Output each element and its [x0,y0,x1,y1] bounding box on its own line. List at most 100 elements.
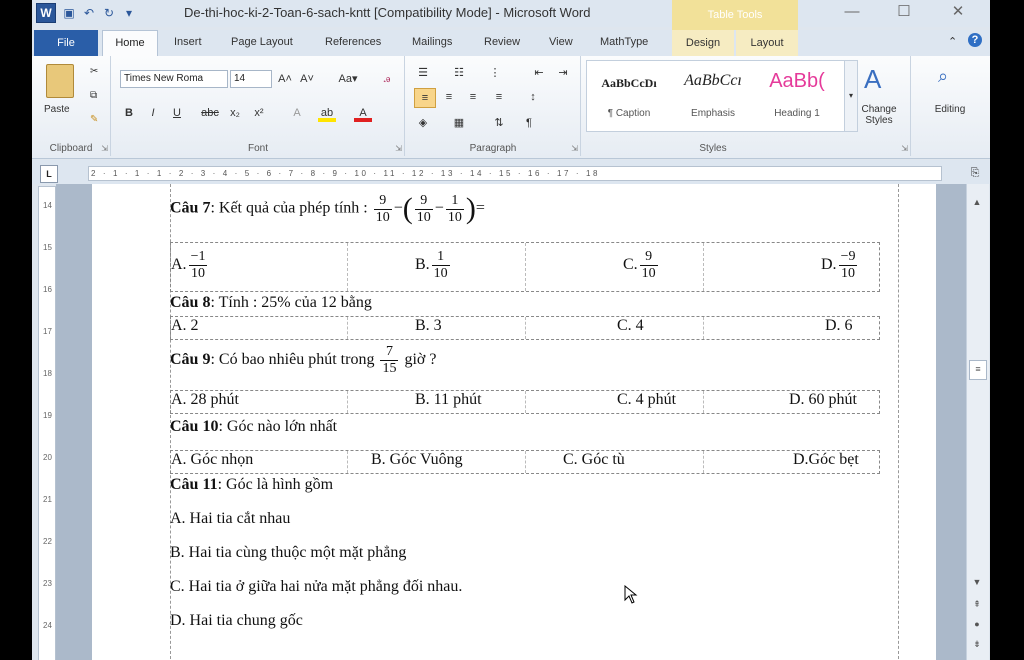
horizontal-ruler[interactable]: 2 · 1 · 1 · 1 · 2 · 3 · 4 · 5 · 6 · 7 · … [88,166,942,181]
paste-button-label[interactable]: Paste [44,104,70,115]
option-a[interactable]: A. 2 [171,317,199,335]
question-7-options-table: A. −1 10 B. 1 10 C. 9 10 D. −9 10 [170,242,880,292]
scroll-up-icon[interactable]: ▲ [969,194,985,210]
scroll-thumb[interactable]: ≡ [969,360,987,380]
copy-icon[interactable]: ⧉ [90,90,97,101]
undo-icon[interactable]: ↶ [82,6,96,20]
align-left-icon[interactable]: ≡ [414,88,436,108]
tab-review[interactable]: Review [484,36,520,48]
font-name-combo[interactable]: Times New Roma [120,70,228,88]
align-right-icon[interactable]: ≡ [464,88,482,106]
help-icon[interactable]: ? [968,33,982,47]
line-spacing-icon[interactable]: ↕ [524,88,542,106]
scroll-down-icon[interactable]: ▼ [969,574,985,590]
increase-indent-icon[interactable]: ⇥ [554,64,572,82]
tab-insert[interactable]: Insert [174,36,202,48]
customize-qat-icon[interactable]: ▾ [122,6,136,20]
option-c[interactable]: C. 4 [617,317,644,335]
styles-launcher-icon[interactable]: ⇲ [901,144,908,153]
tab-layout[interactable]: Layout [736,30,798,56]
align-center-icon[interactable]: ≡ [440,88,458,106]
paste-icon[interactable] [46,64,74,98]
minimize-ribbon-icon[interactable]: ⌃ [948,35,957,48]
cut-icon[interactable]: ✂ [90,66,98,77]
style-emphasis-sample: AaBbCcı [684,72,742,89]
font-size-combo[interactable]: 14 [230,70,272,88]
option-c[interactable]: C. Hai tia ở giữa hai nửa mặt phẳng đối … [170,578,462,596]
strikethrough-icon[interactable]: abc [198,104,222,122]
option-c[interactable]: C. Góc tù [563,451,625,469]
clear-formatting-icon[interactable]: ꭿ [378,70,396,88]
next-page-icon[interactable]: ⇟ [969,636,985,652]
tab-file[interactable]: File [34,30,98,56]
find-icon[interactable]: ⌕ [938,66,948,87]
view-ruler-icon[interactable]: ⎘ [966,164,984,180]
close-icon[interactable]: ✕ [944,2,972,24]
text-effects-icon[interactable]: A [288,104,306,122]
vertical-ruler[interactable]: 14 15 16 17 18 19 20 21 22 23 24 [38,186,56,660]
justify-icon[interactable]: ≡ [490,88,508,106]
option-a[interactable]: A. Hai tia cắt nhau [170,510,290,528]
tab-mailings[interactable]: Mailings [412,36,452,48]
subscript-icon[interactable]: x₂ [226,104,244,122]
option-b[interactable]: B. 1 10 [415,249,452,282]
show-formatting-icon[interactable]: ¶ [520,114,538,132]
italic-icon[interactable]: I [144,104,162,122]
option-d[interactable]: D. Hai tia chung gốc [170,612,303,630]
previous-page-icon[interactable]: ⇞ [969,596,985,612]
format-painter-icon[interactable]: ✎ [90,114,98,125]
browse-object-icon[interactable]: ● [969,616,985,632]
highlight-color-icon[interactable]: ab [318,104,336,122]
option-b[interactable]: B. Hai tia cùng thuộc một mặt phẳng [170,544,406,562]
option-a[interactable]: A. −1 10 [171,249,209,282]
tab-view[interactable]: View [549,36,573,48]
style-heading-1[interactable]: AaBb( Heading 1 [756,62,838,124]
tab-page-layout[interactable]: Page Layout [231,36,293,48]
change-styles-button[interactable]: Change Styles [856,104,902,126]
option-a[interactable]: A. Góc nhọn [171,451,253,469]
clipboard-launcher-icon[interactable]: ⇲ [101,144,108,153]
style-emphasis[interactable]: AaBbCcı Emphasis [672,62,754,124]
sort-icon[interactable]: ⇅ [490,114,508,132]
maximize-icon[interactable]: ☐ [890,2,918,24]
option-b[interactable]: B. 11 phút [415,391,482,409]
redo-icon[interactable]: ↻ [102,6,116,20]
paragraph-launcher-icon[interactable]: ⇲ [571,144,578,153]
option-b[interactable]: B. Góc Vuông [371,451,463,469]
change-styles-icon[interactable]: A [864,64,881,95]
option-d[interactable]: D. −9 10 [821,249,859,282]
option-c[interactable]: C. 4 phút [617,391,676,409]
decrease-indent-icon[interactable]: ⇤ [530,64,548,82]
style-caption[interactable]: AaBbCcDı ¶ Caption [588,62,670,124]
vertical-scrollbar[interactable]: ▲ ≡ ▼ ⇞ ● ⇟ [966,184,989,660]
tab-references[interactable]: References [325,36,381,48]
save-icon[interactable]: ▣ [62,6,76,20]
grow-font-icon[interactable]: A˄ [276,70,294,88]
option-b[interactable]: B. 3 [415,317,442,335]
option-d[interactable]: D.Góc bẹt [793,451,859,469]
word-app-icon[interactable]: W [36,3,56,23]
bullets-icon[interactable]: ☰ [414,64,432,82]
bold-icon[interactable]: B [120,104,138,122]
tab-design[interactable]: Design [672,30,734,56]
superscript-icon[interactable]: x² [250,104,268,122]
numbering-icon[interactable]: ☷ [450,64,468,82]
tab-selector[interactable]: L [40,165,58,183]
shading-icon[interactable]: ◈ [414,114,432,132]
font-launcher-icon[interactable]: ⇲ [395,144,402,153]
document-page[interactable]: Câu 7: Kết quả của phép tính : 9 10 −(9 10−… [92,184,936,660]
tab-home[interactable]: Home [102,30,158,56]
option-d[interactable]: D. 60 phút [789,391,857,409]
minimize-icon[interactable]: — [838,2,866,24]
option-a[interactable]: A. 28 phút [171,391,239,409]
option-c[interactable]: C. 9 10 [623,249,660,282]
option-d[interactable]: D. 6 [825,317,853,335]
font-color-icon[interactable]: A [354,104,372,122]
editing-button[interactable]: Editing [922,104,978,115]
shrink-font-icon[interactable]: A˅ [298,70,316,88]
change-case-icon[interactable]: Aa▾ [334,70,362,88]
multilevel-list-icon[interactable]: ⋮ [486,64,504,82]
underline-icon[interactable]: U [168,104,186,122]
borders-icon[interactable]: ▦ [450,114,468,132]
tab-mathtype[interactable]: MathType [600,36,648,48]
